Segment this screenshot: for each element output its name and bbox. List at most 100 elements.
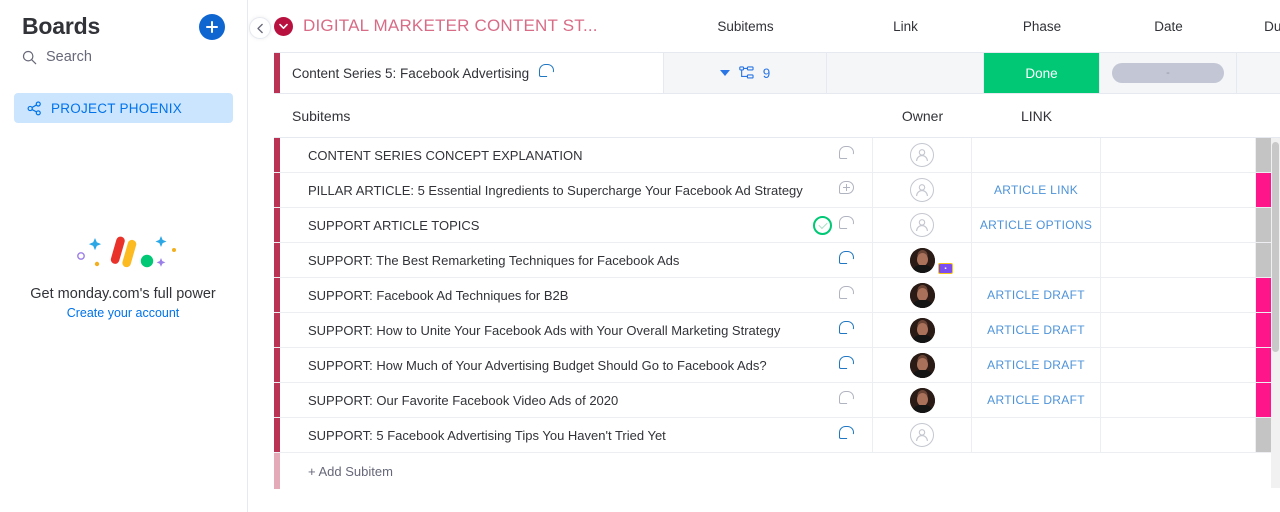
check-circle-icon[interactable] [813, 216, 832, 235]
article-link[interactable]: ARTICLE DRAFT [987, 358, 1085, 372]
subitem-extra-cell[interactable] [1101, 243, 1256, 277]
link-cell[interactable]: ARTICLE LINK [972, 173, 1101, 207]
link-cell[interactable] [972, 138, 1101, 172]
create-account-link[interactable]: Create your account [0, 306, 246, 320]
subitem-extra-cell[interactable] [1101, 208, 1256, 242]
subitems-column-header-owner[interactable]: Owner [873, 108, 972, 124]
table-row[interactable]: SUPPORT ARTICLE TOPICS2 ARTICLE OPTIONS [274, 208, 1280, 243]
date-placeholder-pill[interactable]: - [1112, 63, 1224, 83]
owner-cell[interactable] [873, 208, 972, 242]
subitem-chat-icon[interactable]: 2 [839, 391, 858, 410]
article-link[interactable]: ARTICLE OPTIONS [980, 218, 1092, 232]
subitem-chat-icon[interactable]: 1 [839, 251, 858, 270]
item-due-date-cell[interactable] [1237, 53, 1280, 93]
owner-cell[interactable] [873, 383, 972, 417]
table-row[interactable]: SUPPORT: The Best Remarketing Techniques… [274, 243, 1280, 278]
avatar[interactable] [910, 353, 935, 378]
subitem-name-cell[interactable]: SUPPORT: The Best Remarketing Techniques… [280, 243, 873, 277]
subitem-extra-cell[interactable] [1101, 418, 1256, 452]
table-row[interactable]: SUPPORT: How to Unite Your Facebook Ads … [274, 313, 1280, 348]
subitem-name-cell[interactable]: SUPPORT ARTICLE TOPICS2 [280, 208, 873, 242]
owner-cell[interactable] [873, 313, 972, 347]
subitem-chat-icon[interactable]: 2 [839, 426, 858, 445]
subitem-chat-icon[interactable]: 2 [839, 286, 858, 305]
subitem-extra-cell[interactable] [1101, 383, 1256, 417]
article-link[interactable]: ARTICLE DRAFT [987, 288, 1085, 302]
owner-cell[interactable] [873, 173, 972, 207]
subitem-extra-cell[interactable] [1101, 278, 1256, 312]
table-row[interactable]: SUPPORT: Our Favorite Facebook Video Ads… [274, 383, 1280, 418]
add-subitem-row[interactable]: + Add Subitem [274, 453, 1280, 489]
subitem-chat-icon[interactable] [839, 181, 858, 200]
subitem-chat-icon[interactable]: 2 [839, 356, 858, 375]
link-cell[interactable]: ARTICLE DRAFT [972, 383, 1101, 417]
owner-cell[interactable] [873, 418, 972, 452]
table-row[interactable]: SUPPORT: 5 Facebook Advertising Tips You… [274, 418, 1280, 453]
item-name-cell[interactable]: Content Series 5: Facebook Advertising 1 [280, 53, 664, 93]
item-chat-icon[interactable]: 1 [539, 64, 558, 83]
subitem-extra-cell[interactable] [1101, 313, 1256, 347]
avatar[interactable] [910, 388, 935, 413]
subitems-column-header-link[interactable]: LINK [972, 108, 1101, 124]
board-title-group[interactable]: DIGITAL MARKETER CONTENT ST... [274, 16, 664, 36]
board-collapse-icon[interactable] [274, 17, 293, 36]
subitem-name-cell[interactable]: SUPPORT: Facebook Ad Techniques for B2B2 [280, 278, 873, 312]
link-cell[interactable]: ARTICLE DRAFT [972, 278, 1101, 312]
subitem-name-cell[interactable]: CONTENT SERIES CONCEPT EXPLANATION1 [280, 138, 873, 172]
subitem-chat-icon[interactable]: 2 [839, 216, 858, 235]
avatar[interactable] [910, 283, 935, 308]
subitem-extra-cell[interactable] [1101, 173, 1256, 207]
link-cell[interactable]: ARTICLE DRAFT [972, 313, 1101, 347]
subitem-name-cell[interactable]: SUPPORT: Our Favorite Facebook Video Ads… [280, 383, 873, 417]
subitem-name-cell[interactable]: SUPPORT: 5 Facebook Advertising Tips You… [280, 418, 873, 452]
link-cell[interactable]: ARTICLE DRAFT [972, 348, 1101, 382]
subitem-name-cell[interactable]: PILLAR ARTICLE: 5 Essential Ingredients … [280, 173, 873, 207]
subitem-extra-cell[interactable] [1101, 138, 1256, 172]
avatar-face [917, 393, 928, 406]
subitem-chat-icon[interactable]: 1 [839, 321, 858, 340]
item-phase-status[interactable]: Done [984, 53, 1100, 93]
sidebar-item-project-phoenix[interactable]: PROJECT PHOENIX [14, 93, 233, 123]
avatar[interactable] [910, 248, 935, 273]
avatar-placeholder-icon[interactable] [910, 423, 934, 447]
avatar[interactable] [910, 318, 935, 343]
article-link[interactable]: ARTICLE DRAFT [987, 393, 1085, 407]
column-header-link[interactable]: Link [827, 19, 984, 34]
subitems-column-header-name[interactable]: Subitems [274, 108, 873, 124]
subitem-extra-cell[interactable] [1101, 348, 1256, 382]
search-input[interactable]: Search [0, 40, 247, 65]
table-row[interactable]: SUPPORT: Facebook Ad Techniques for B2B2… [274, 278, 1280, 313]
column-header-subitems[interactable]: Subitems [664, 19, 827, 34]
owner-cell[interactable] [873, 278, 972, 312]
article-link[interactable]: ARTICLE LINK [994, 183, 1078, 197]
vertical-scrollbar[interactable] [1271, 138, 1280, 488]
link-cell[interactable]: ARTICLE OPTIONS [972, 208, 1101, 242]
item-subitems-cell[interactable]: 9 [664, 53, 827, 93]
column-header-date[interactable]: Date [1100, 19, 1237, 34]
add-subitem-label[interactable]: + Add Subitem [280, 464, 393, 479]
collapse-sidebar-button[interactable] [249, 17, 271, 39]
item-date-cell[interactable]: - [1100, 53, 1237, 93]
column-header-phase[interactable]: Phase [984, 19, 1100, 34]
link-cell[interactable] [972, 243, 1101, 277]
subitem-name-cell[interactable]: SUPPORT: How to Unite Your Facebook Ads … [280, 313, 873, 347]
owner-cell[interactable] [873, 348, 972, 382]
owner-cell[interactable]: ▪ [873, 243, 972, 277]
avatar-placeholder-icon[interactable] [910, 213, 934, 237]
link-cell[interactable] [972, 418, 1101, 452]
table-row[interactable]: PILLAR ARTICLE: 5 Essential Ingredients … [274, 173, 1280, 208]
table-row[interactable]: CONTENT SERIES CONCEPT EXPLANATION1 [274, 138, 1280, 173]
article-link[interactable]: ARTICLE DRAFT [987, 323, 1085, 337]
item-link-cell[interactable] [827, 53, 984, 93]
avatar-placeholder-icon[interactable] [910, 178, 934, 202]
avatar-placeholder-icon[interactable] [910, 143, 934, 167]
expand-subitems-icon[interactable] [720, 70, 730, 76]
subitem-name-cell[interactable]: SUPPORT: How Much of Your Advertising Bu… [280, 348, 873, 382]
table-row[interactable]: SUPPORT: How Much of Your Advertising Bu… [274, 348, 1280, 383]
board-item-row[interactable]: Content Series 5: Facebook Advertising 1… [274, 52, 1280, 94]
add-board-button[interactable] [199, 14, 225, 40]
owner-cell[interactable] [873, 138, 972, 172]
scrollbar-thumb[interactable] [1272, 142, 1279, 352]
column-header-due-date[interactable]: Due Da [1237, 19, 1280, 34]
subitem-chat-icon[interactable]: 1 [839, 146, 858, 165]
